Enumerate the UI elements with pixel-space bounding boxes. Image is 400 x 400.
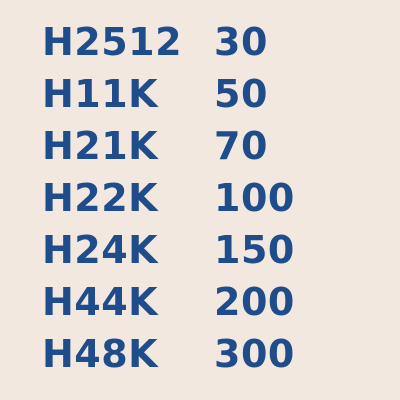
spec-list: H2512 30 H11K 50 H21K 70 H22K 100 H24K 1… bbox=[42, 16, 295, 380]
row-value: 70 bbox=[214, 124, 268, 168]
row-code: H21K bbox=[42, 124, 159, 168]
row-value: 300 bbox=[214, 332, 295, 376]
spec-row: H2512 30 bbox=[42, 16, 295, 68]
row-code: H11K bbox=[42, 72, 159, 116]
spec-row: H11K 50 bbox=[42, 68, 295, 120]
spec-row: H21K 70 bbox=[42, 120, 295, 172]
spec-panel: H2512 30 H11K 50 H21K 70 H22K 100 H24K 1… bbox=[0, 0, 400, 400]
row-value: 50 bbox=[214, 72, 268, 116]
row-value: 200 bbox=[214, 280, 295, 324]
spec-row: H22K 100 bbox=[42, 172, 295, 224]
row-value: 150 bbox=[214, 228, 295, 272]
row-code: H22K bbox=[42, 176, 159, 220]
spec-row: H48K 300 bbox=[42, 328, 295, 380]
spec-row: H24K 150 bbox=[42, 224, 295, 276]
row-value: 100 bbox=[214, 176, 295, 220]
row-code: H24K bbox=[42, 228, 159, 272]
row-code: H2512 bbox=[42, 20, 183, 64]
row-value: 30 bbox=[214, 20, 268, 64]
row-code: H48K bbox=[42, 332, 159, 376]
spec-row: H44K 200 bbox=[42, 276, 295, 328]
row-code: H44K bbox=[42, 280, 159, 324]
